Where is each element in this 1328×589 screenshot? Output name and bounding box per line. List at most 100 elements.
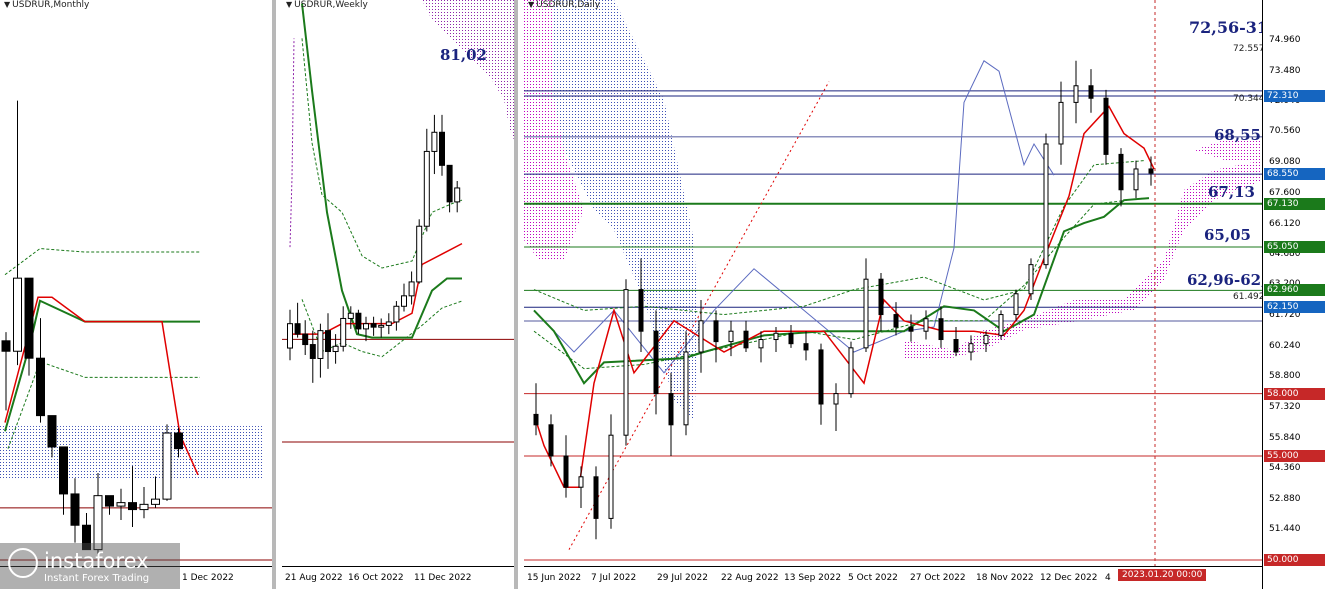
weekly-cloud [422, 0, 514, 140]
weekly-candle [401, 295, 407, 307]
daily-candle [893, 314, 899, 328]
line-value-label: 61.492 [1233, 292, 1265, 302]
daily-candle [758, 339, 764, 349]
monthly-date-label: 1 Dec 2022 [182, 573, 234, 583]
daily-date-label: 27 Oct 2022 [910, 573, 966, 583]
daily-candle [728, 330, 734, 343]
monthly-candle [1, 340, 11, 352]
daily-date-label: 15 Jun 2022 [527, 573, 582, 583]
monthly-chart-panel[interactable]: ▼ USDRUR,Monthly 1 Dec 2022 instaforex In… [0, 0, 272, 589]
price-level-tag: 50.000 [1264, 554, 1325, 566]
weekly-candle [363, 323, 369, 330]
daily-candle [593, 476, 599, 519]
daily-candle [1013, 293, 1019, 316]
weekly-candle [325, 330, 331, 353]
daily-candle [713, 320, 719, 343]
weekly-cloud-edge [289, 38, 295, 248]
monthly-candle [174, 432, 183, 450]
monthly-candle [128, 502, 137, 511]
daily-candle [563, 455, 569, 488]
monthly-candle [162, 432, 172, 500]
daily-date-label: 13 Sep 2022 [784, 573, 842, 583]
daily-candle [608, 434, 614, 519]
daily-candle [1148, 168, 1154, 174]
daily-date-label: 12 Dec 2022 [1040, 573, 1098, 583]
daily-candle [953, 339, 959, 353]
panel-divider[interactable] [272, 0, 276, 589]
weekly-candle [347, 312, 354, 319]
weekly-date-label: 16 Oct 2022 [348, 573, 404, 583]
logo-tagline: Instant Forex Trading [44, 573, 150, 584]
price-tick-label: 52.880 [1269, 494, 1301, 505]
weekly-candle [454, 187, 461, 203]
weekly-candle [416, 225, 423, 283]
line-value-label: 70.344 [1233, 94, 1265, 104]
weekly-candle [309, 344, 316, 359]
price-tick-label: 55.840 [1269, 432, 1301, 443]
weekly-candle [287, 323, 293, 349]
weekly-upper-band [301, 38, 463, 269]
monthly-candle [116, 502, 126, 507]
monthly-candle [47, 415, 57, 448]
weekly-candle [302, 333, 309, 346]
price-level-tag: 58.000 [1264, 387, 1325, 400]
cursor-date-box: 2023.01.20 00:00 [1118, 569, 1207, 581]
level-label-72: 72,56-31 [1189, 18, 1269, 37]
daily-candle [653, 330, 659, 395]
daily-candle [1088, 85, 1094, 99]
daily-candle [803, 343, 809, 351]
daily-candle [773, 332, 779, 341]
price-tick-label: 70.560 [1269, 126, 1301, 137]
daily-candle [548, 424, 554, 457]
level-label-68: 68,55 [1214, 126, 1261, 144]
daily-candle [983, 334, 989, 345]
daily-candle [878, 278, 884, 316]
daily-chart-title: ▼ USDRUR,Daily [528, 0, 600, 10]
daily-candle [533, 413, 539, 426]
daily-candle [833, 393, 839, 405]
weekly-chart-panel[interactable]: ▼ USDRUR,Weekly 81,02 21 Aug 2022 16 Oct … [282, 0, 514, 589]
instaforex-logo: instaforex Instant Forex Trading [0, 543, 180, 589]
panel-divider[interactable] [514, 0, 518, 589]
daily-candle [923, 318, 929, 332]
price-level-tag: 68.550 [1264, 168, 1325, 181]
price-axis[interactable]: 74.96073.48072.04070.56069.08067.60066.1… [1262, 0, 1328, 589]
daily-candle [863, 278, 869, 349]
monthly-candle [105, 495, 114, 507]
price-tick-label: 60.240 [1269, 341, 1301, 351]
dropdown-arrow-icon[interactable]: ▼ [286, 0, 292, 9]
price-level-tag: 62.150 [1264, 301, 1325, 314]
price-level-tag: 72.310 [1264, 89, 1325, 102]
daily-date-label: 22 Aug 2022 [721, 573, 779, 583]
weekly-candle [332, 345, 339, 353]
price-level-tag: 62.960 [1264, 284, 1325, 297]
monthly-chart-canvas [0, 100, 272, 561]
monthly-candle [24, 277, 34, 359]
monthly-candle [70, 493, 80, 526]
dropdown-arrow-icon[interactable]: ▼ [4, 0, 10, 9]
monthly-chart-title: ▼ USDRUR,Monthly [4, 0, 89, 10]
daily-candle [998, 314, 1004, 336]
daily-candle [1043, 143, 1049, 266]
price-tick-label: 54.360 [1269, 463, 1301, 474]
daily-chart-panel[interactable]: ▼ USDRUR,Daily 72,56-31 68,55 67,13 65,05… [524, 0, 1328, 589]
monthly-candle [36, 357, 45, 417]
weekly-candle [446, 164, 453, 203]
price-level-tag: 67.130 [1264, 197, 1325, 210]
weekly-candle [317, 330, 324, 359]
daily-candle [938, 318, 944, 341]
level-label-67: 67,13 [1208, 183, 1255, 201]
monthly-upper-band [4, 248, 200, 276]
monthly-kijun-line [4, 299, 200, 432]
monthly-candle [93, 495, 103, 551]
weekly-candle [385, 321, 392, 326]
dropdown-arrow-icon[interactable]: ▼ [528, 0, 534, 9]
monthly-title-text: USDRUR,Monthly [12, 0, 90, 10]
daily-candle [788, 332, 794, 345]
price-level-tag: 65.050 [1264, 240, 1325, 253]
monthly-candle [139, 503, 149, 511]
line-value-label: 72.557 [1233, 44, 1265, 54]
weekly-candle [378, 324, 385, 328]
price-tick-label: 74.960 [1269, 34, 1301, 45]
level-label-65: 65,05 [1204, 226, 1251, 244]
